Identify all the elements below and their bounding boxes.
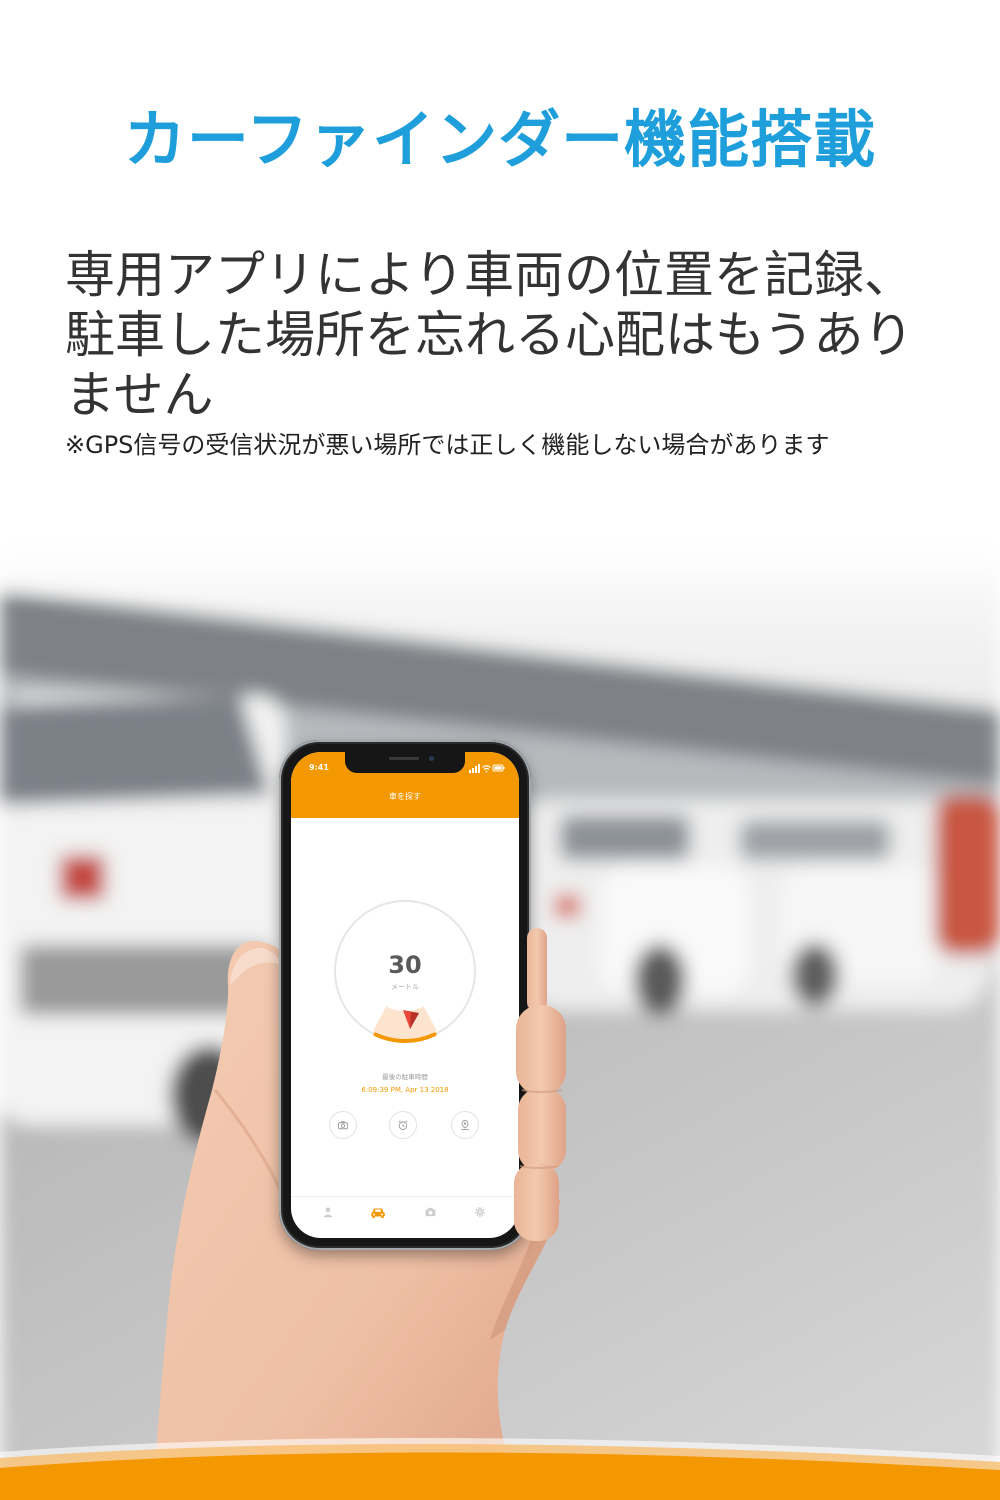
page-title: カーファインダー機能搭載 [123, 103, 877, 176]
notch [345, 752, 465, 773]
wifi-icon [482, 765, 491, 773]
fingers [514, 928, 566, 1241]
status-icons [469, 764, 505, 773]
description-line: 駐車した場所を忘れる心配はもうあり [65, 306, 914, 364]
index-fingertip [527, 928, 547, 1012]
truck-light [60, 855, 105, 900]
description: 専用アプリにより車両の位置を記録、 駐車した場所を忘れる心配はもうあり ません [65, 245, 965, 425]
description-line: 専用アプリにより車両の位置を記録、 [65, 246, 914, 304]
bottom-wave [0, 1438, 1000, 1500]
description-line: ません [65, 366, 214, 424]
front-camera [429, 756, 434, 761]
gps-note: ※GPS信号の受信状況が悪い場所では正しく機能しない場合があります [65, 431, 830, 459]
top-fade [0, 535, 1000, 605]
car-window [560, 815, 690, 860]
speaker [389, 757, 419, 760]
car-window [740, 820, 890, 860]
signal-icon [469, 764, 480, 773]
little-finger [514, 1163, 559, 1241]
battery-icon [492, 764, 505, 772]
status-time: 9:41 [309, 763, 329, 772]
ring-finger [518, 1088, 566, 1172]
middle-finger [516, 1005, 566, 1095]
truck-windshield [0, 695, 270, 805]
app-title: 車を探す [389, 792, 421, 801]
